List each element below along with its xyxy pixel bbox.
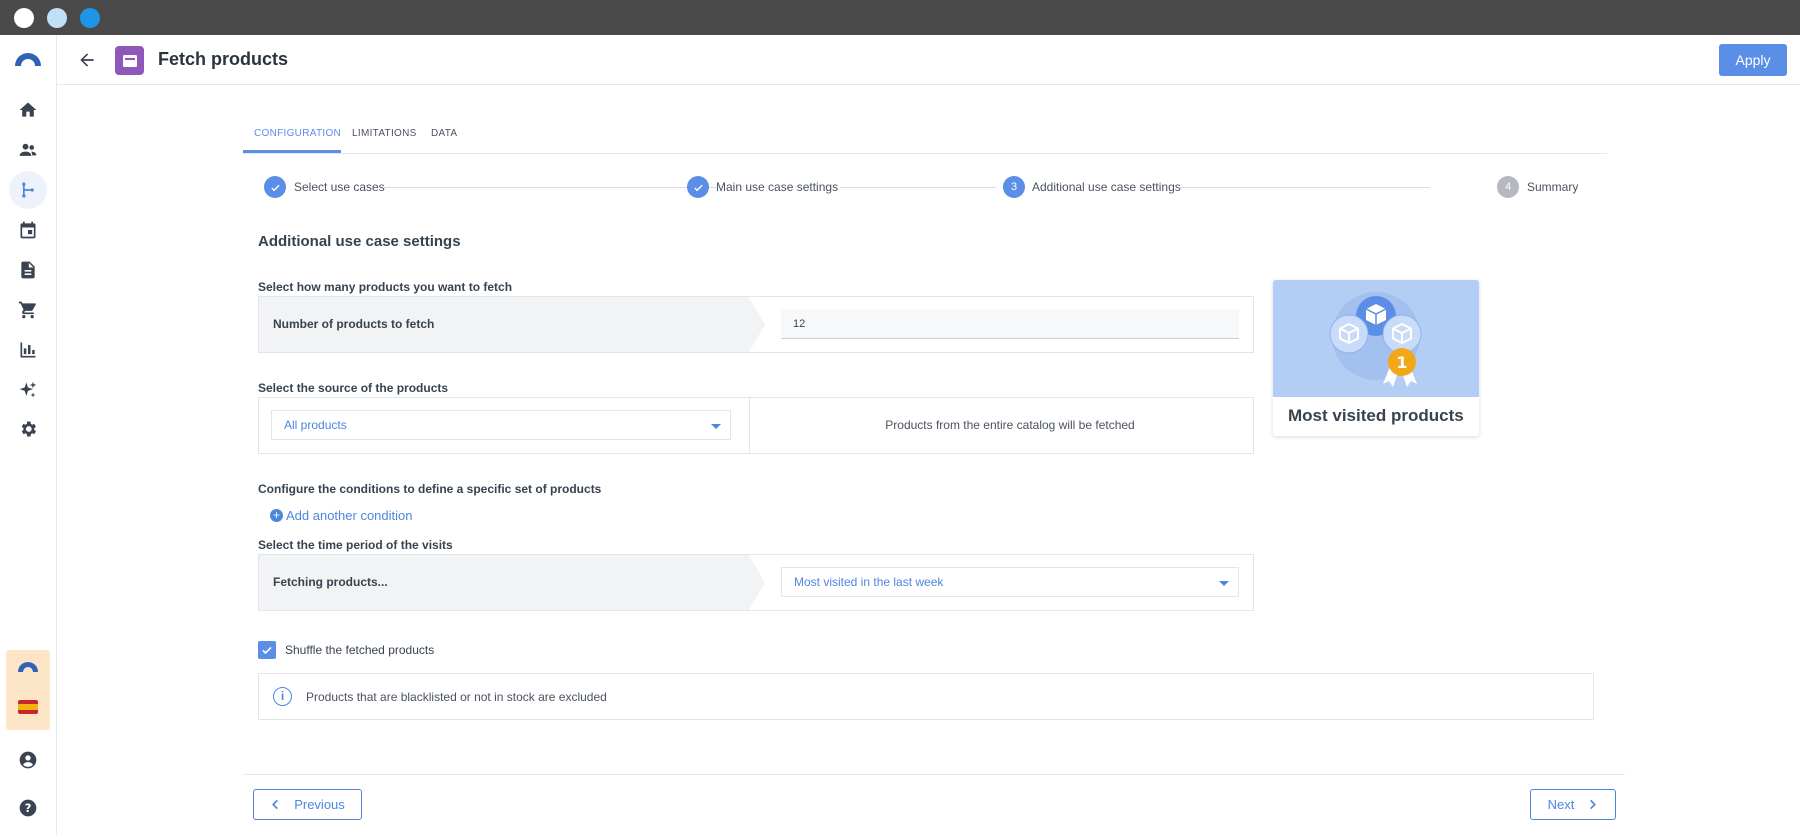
tab-limitations[interactable]: LIMITATIONS <box>352 128 417 139</box>
step-3-label: Additional use case settings <box>1032 180 1181 194</box>
header: Fetch products Apply <box>57 35 1800 85</box>
step-connector <box>383 187 683 188</box>
boxes-medal-icon: 1 <box>1329 292 1422 387</box>
chevron-right-icon <box>1590 799 1597 810</box>
next-label: Next <box>1547 797 1575 812</box>
time-label: Select the time period of the visits <box>258 538 453 552</box>
add-condition-button[interactable]: + Add another condition <box>270 508 412 523</box>
document-icon[interactable] <box>9 251 47 289</box>
help-icon[interactable]: ? <box>9 789 47 827</box>
time-period-select[interactable]: Most visited in the last week <box>781 567 1239 597</box>
page-title: Fetch products <box>158 49 289 69</box>
calendar-icon[interactable] <box>9 211 47 249</box>
count-row: Number of products to fetch 12 <box>258 296 1254 353</box>
source-select-panel: All products <box>259 398 749 453</box>
step-4-label: Summary <box>1527 180 1579 194</box>
previous-button[interactable]: Previous <box>253 789 362 820</box>
time-row-label-panel: Fetching products... <box>259 555 749 610</box>
source-description: Products from the entire catalog will be… <box>885 418 1135 432</box>
svg-text:?: ? <box>25 801 32 815</box>
count-row-label-panel: Number of products to fetch <box>259 297 749 352</box>
back-arrow-icon[interactable] <box>75 48 99 72</box>
info-icon: i <box>273 687 292 706</box>
step-connector <box>1180 187 1430 188</box>
window-minimize-dot[interactable] <box>47 8 67 28</box>
shuffle-option[interactable]: Shuffle the fetched products <box>258 641 434 659</box>
section-title: Additional use case settings <box>258 233 461 250</box>
add-condition-label: Add another condition <box>286 508 413 523</box>
preview-title: Most visited products <box>1288 406 1464 425</box>
row-arrow <box>749 297 765 352</box>
chevron-down-icon <box>711 424 721 429</box>
step-2-label: Main use case settings <box>716 180 847 194</box>
step-1-label: Select use cases <box>294 180 385 194</box>
spain-flag-icon[interactable] <box>18 700 38 714</box>
step-connector <box>840 187 996 188</box>
time-row: Fetching products... Most visited in the… <box>258 554 1254 611</box>
source-select-value: All products <box>284 418 347 432</box>
source-row: All products Products from the entire ca… <box>258 397 1254 454</box>
time-row-label: Fetching products... <box>273 575 388 589</box>
promo-panel <box>6 650 50 730</box>
home-icon[interactable] <box>9 91 47 129</box>
tab-configuration[interactable]: CONFIGURATION <box>254 128 341 139</box>
next-button[interactable]: Next <box>1530 789 1616 820</box>
chevron-down-icon <box>1219 581 1229 586</box>
footer-divider <box>243 774 1625 775</box>
tab-bar: CONFIGURATION LIMITATIONS DATA <box>243 118 1607 154</box>
sparkle-icon[interactable] <box>9 371 47 409</box>
info-notice: i Products that are blacklisted or not i… <box>258 673 1594 720</box>
conditions-label: Configure the conditions to define a spe… <box>258 482 602 496</box>
info-text: Products that are blacklisted or not in … <box>306 690 607 704</box>
step-2-check-icon <box>687 176 709 198</box>
count-label: Select how many products you want to fet… <box>258 280 513 294</box>
preview-illustration: 1 <box>1273 280 1479 397</box>
count-row-label: Number of products to fetch <box>273 317 435 331</box>
brand-mini-icon[interactable] <box>17 660 39 679</box>
window-close-dot[interactable] <box>14 8 34 28</box>
previous-label: Previous <box>294 797 345 812</box>
time-period-value: Most visited in the last week <box>794 575 944 589</box>
sidebar: ? <box>0 35 57 835</box>
fetch-products-node-icon <box>115 46 144 75</box>
people-icon[interactable] <box>9 131 47 169</box>
plus-circle-icon: + <box>270 509 283 522</box>
window-titlebar <box>0 0 1800 35</box>
tab-data[interactable]: DATA <box>431 128 457 139</box>
logo-icon[interactable] <box>9 40 47 78</box>
product-count-input[interactable]: 12 <box>781 309 1239 339</box>
gear-icon[interactable] <box>9 410 47 448</box>
svg-text:1: 1 <box>1396 353 1407 372</box>
shuffle-label: Shuffle the fetched products <box>285 643 435 657</box>
chevron-left-icon <box>272 799 279 810</box>
active-tab-indicator <box>243 150 341 153</box>
step-4-number: 4 <box>1497 176 1519 198</box>
use-case-preview-card: 1 Most visited products <box>1273 280 1479 436</box>
source-label: Select the source of the products <box>258 381 449 395</box>
divider <box>749 398 750 453</box>
cart-icon[interactable] <box>9 291 47 329</box>
shuffle-checkbox[interactable] <box>258 641 276 659</box>
source-select[interactable]: All products <box>271 410 731 440</box>
step-3-number: 3 <box>1003 176 1025 198</box>
step-1-check-icon <box>264 176 286 198</box>
chart-icon[interactable] <box>9 331 47 369</box>
apply-button[interactable]: Apply <box>1719 44 1787 76</box>
journey-icon[interactable] <box>9 171 47 209</box>
row-arrow <box>749 555 765 610</box>
window-maximize-dot[interactable] <box>80 8 100 28</box>
account-icon[interactable] <box>9 741 47 779</box>
